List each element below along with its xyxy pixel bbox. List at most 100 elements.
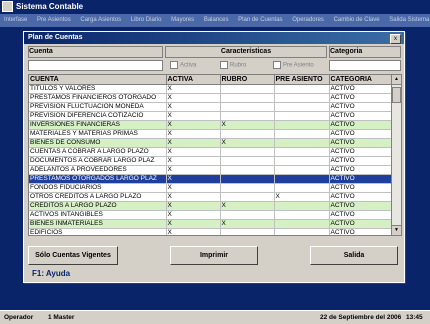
table-cell: X bbox=[166, 219, 221, 229]
menu-pre-asientos[interactable]: Pre Asientos bbox=[37, 14, 71, 27]
column-header[interactable]: CATEGORIA bbox=[329, 75, 392, 85]
activa-label: Activa bbox=[180, 62, 197, 69]
table-cell: X bbox=[166, 201, 221, 211]
table-cell bbox=[274, 183, 330, 193]
menu-libro-diario[interactable]: Libro Diario bbox=[131, 14, 162, 27]
table-cell bbox=[274, 120, 330, 130]
solo-vigentes-button[interactable]: Sólo Cuentas Vigentes bbox=[28, 246, 118, 265]
table-cell bbox=[274, 102, 330, 112]
table-cell: X bbox=[166, 129, 221, 139]
table-row[interactable]: MATERIALES Y MATERIAS PRIMAS X ACTIVO bbox=[29, 129, 392, 139]
table-cell bbox=[274, 174, 330, 184]
app-title: Sistema Contable bbox=[16, 2, 84, 11]
menu-balances[interactable]: Balances bbox=[204, 14, 229, 27]
status-time: 13:45 bbox=[406, 314, 423, 321]
table-cell: ACTIVOS INTANGIBLES bbox=[29, 210, 167, 220]
table-row[interactable]: CUENTAS A COBRAR A LARGO PLAZO X ACTIVO bbox=[29, 147, 392, 157]
menu-cambio-clave[interactable]: Cambio de Clave bbox=[334, 14, 380, 27]
pre-asiento-check[interactable]: Pre Asiento bbox=[273, 61, 314, 69]
salida-button[interactable]: Salida bbox=[310, 246, 398, 265]
column-header[interactable]: CUENTA bbox=[29, 75, 167, 85]
table-cell: INVERSIONES FINANCIERAS bbox=[29, 120, 167, 130]
table-cell: ACTIVO bbox=[329, 138, 392, 148]
table-cell: X bbox=[166, 93, 221, 103]
table-cell: ACTIVO bbox=[329, 120, 392, 130]
scroll-down-icon[interactable]: ▼ bbox=[392, 225, 401, 235]
table-cell: MATERIALES Y MATERIAS PRIMAS bbox=[29, 129, 167, 139]
table-cell: ACTIVO bbox=[329, 174, 392, 184]
menu-plan-de-cuentas[interactable]: Plan de Cuentas bbox=[238, 14, 282, 27]
column-header[interactable]: PRE ASIENTO bbox=[274, 75, 330, 85]
table-cell bbox=[274, 138, 330, 148]
categoria-filter-input[interactable] bbox=[329, 60, 401, 71]
checkbox-icon bbox=[220, 61, 228, 69]
close-icon[interactable]: x bbox=[390, 34, 401, 44]
operador-label: Operador bbox=[4, 314, 34, 321]
table-cell bbox=[220, 174, 275, 184]
categoria-header: Categoria bbox=[329, 46, 401, 58]
table-cell: X bbox=[166, 156, 221, 166]
table-row[interactable]: ACTIVOS INTANGIBLES X ACTIVO bbox=[29, 210, 392, 220]
menu-operadores[interactable]: Operadores bbox=[292, 14, 324, 27]
table-cell bbox=[220, 129, 275, 139]
cuenta-filter-input[interactable] bbox=[28, 60, 163, 71]
table-cell: X bbox=[220, 201, 275, 211]
column-header[interactable]: RUBRO bbox=[220, 75, 275, 85]
menu-carga-asientos[interactable]: Carga Asientos bbox=[80, 14, 121, 27]
table-cell bbox=[274, 201, 330, 211]
table-body: TITULOS Y VALORES X ACTIVO PRESTAMOS FINANC… bbox=[29, 84, 392, 235]
table-cell bbox=[274, 210, 330, 220]
checkbox-icon bbox=[273, 61, 281, 69]
table-row[interactable]: PRESTAMOS OTORGADOS LARGO PLAZ X ACTIVO bbox=[29, 174, 392, 184]
table-cell bbox=[274, 219, 330, 229]
scroll-up-icon[interactable]: ▲ bbox=[392, 75, 401, 85]
checkbox-icon bbox=[170, 61, 178, 69]
vertical-scrollbar[interactable]: ▲ ▼ bbox=[391, 75, 401, 235]
table-row[interactable]: DOCUMENTOS A COBRAR LARGO PLAZ X ACTIVO bbox=[29, 156, 392, 166]
table-cell: X bbox=[166, 147, 221, 157]
table-row[interactable]: EDIFICIOS X ACTIVO bbox=[29, 228, 392, 235]
table-cell: X bbox=[220, 120, 275, 130]
table-cell bbox=[220, 183, 275, 193]
table-cell: X bbox=[166, 183, 221, 193]
scroll-thumb[interactable] bbox=[392, 87, 401, 103]
table-cell: ACTIVO bbox=[329, 165, 392, 175]
table-cell: PRESTAMOS OTORGADOS LARGO PLAZ bbox=[29, 174, 167, 184]
table-row[interactable]: OTROS CREDITOS A LARGO PLAZO X X ACTIVO bbox=[29, 192, 392, 202]
table-cell: X bbox=[274, 192, 330, 202]
menu-interfase[interactable]: Interfase bbox=[4, 14, 27, 27]
table-row[interactable]: CREDITOS A LARGO PLAZO X X ACTIVO bbox=[29, 201, 392, 211]
table-cell: BIENES INMATERIALES bbox=[29, 219, 167, 229]
table-row[interactable]: PREVISION DIFERENCIA COTIZACIO X ACTIVO bbox=[29, 111, 392, 121]
activa-check[interactable]: Activa bbox=[170, 61, 196, 69]
table-row[interactable]: TITULOS Y VALORES X ACTIVO bbox=[29, 84, 392, 94]
table-cell bbox=[274, 156, 330, 166]
table-row[interactable]: PREVISION FLUCTUACION MONEDA X ACTIVO bbox=[29, 102, 392, 112]
table-row[interactable]: BIENES DE CONSUMO X X ACTIVO bbox=[29, 138, 392, 148]
menu-salida-sistema[interactable]: Salida Sistema bbox=[389, 14, 429, 27]
table-row[interactable]: INVERSIONES FINANCIERAS X X ACTIVO bbox=[29, 120, 392, 130]
table-row[interactable]: FONDOS FIDUCIARIOS X ACTIVO bbox=[29, 183, 392, 193]
column-header[interactable]: ACTIVA bbox=[166, 75, 221, 85]
table-cell: EDIFICIOS bbox=[29, 228, 167, 235]
imprimir-button[interactable]: Imprimir bbox=[170, 246, 258, 265]
table-cell bbox=[220, 84, 275, 94]
table-row[interactable]: BIENES INMATERIALES X X ACTIVO bbox=[29, 219, 392, 229]
table-row[interactable]: ADELANTOS A PROVEEDORES X ACTIVO bbox=[29, 165, 392, 175]
table-cell: PREVISION FLUCTUACION MONEDA bbox=[29, 102, 167, 112]
table-cell: ACTIVO bbox=[329, 201, 392, 211]
help-hint: F1: Ayuda bbox=[32, 269, 71, 278]
accounts-grid[interactable]: CUENTA ACTIVA RUBRO PRE ASIENTO CATEGORIA TI… bbox=[28, 74, 402, 236]
table-cell: ACTIVO bbox=[329, 102, 392, 112]
menu-mayores[interactable]: Mayores bbox=[171, 14, 194, 27]
table-cell bbox=[220, 192, 275, 202]
rubro-check[interactable]: Rubro bbox=[220, 61, 246, 69]
status-bar: Operador 1 Master 22 de Septiembre del 2… bbox=[0, 310, 430, 324]
table-cell: CREDITOS A LARGO PLAZO bbox=[29, 201, 167, 211]
table-cell: X bbox=[166, 102, 221, 112]
table-cell: ACTIVO bbox=[329, 192, 392, 202]
table-row[interactable]: PRESTAMOS FINANCIEROS OTORGADO X ACTIVO bbox=[29, 93, 392, 103]
table-cell: X bbox=[166, 165, 221, 175]
table-cell: ACTIVO bbox=[329, 129, 392, 139]
table-cell bbox=[220, 147, 275, 157]
